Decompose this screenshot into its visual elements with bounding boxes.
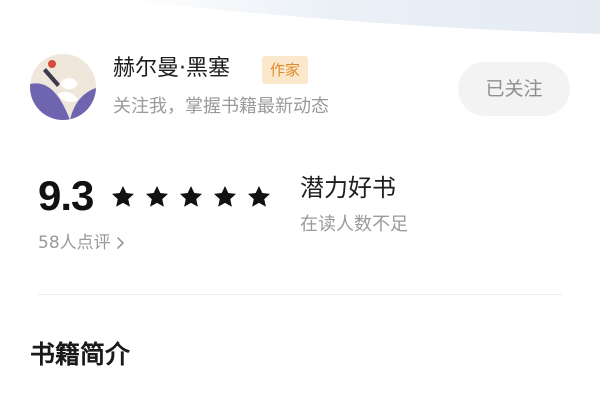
review-count: 58人点评 — [38, 233, 111, 253]
star-icon — [178, 184, 204, 210]
star-icon — [144, 184, 170, 210]
chevron-right-icon — [115, 236, 127, 250]
review-count-link[interactable]: 58人点评 — [38, 231, 127, 255]
author-subtitle: 关注我，掌握书籍最新动态 — [113, 96, 329, 117]
author-avatar[interactable] — [30, 54, 96, 120]
rating-score: 9.3 — [38, 172, 94, 219]
follow-button[interactable]: 已关注 — [458, 62, 570, 116]
star-icon — [212, 184, 238, 210]
star-icon — [246, 184, 272, 210]
section-title: 书籍简介 — [30, 340, 131, 369]
rating-tag-title: 潜力好书 — [300, 174, 396, 202]
star-icon — [110, 184, 136, 210]
author-name[interactable]: 赫尔曼·黑塞 — [113, 54, 230, 84]
author-badge: 作家 — [262, 56, 309, 84]
rating-tag-subtitle: 在读人数不足 — [300, 214, 408, 235]
header-background — [0, 0, 600, 40]
divider — [38, 294, 562, 295]
rating-stars — [110, 182, 280, 212]
